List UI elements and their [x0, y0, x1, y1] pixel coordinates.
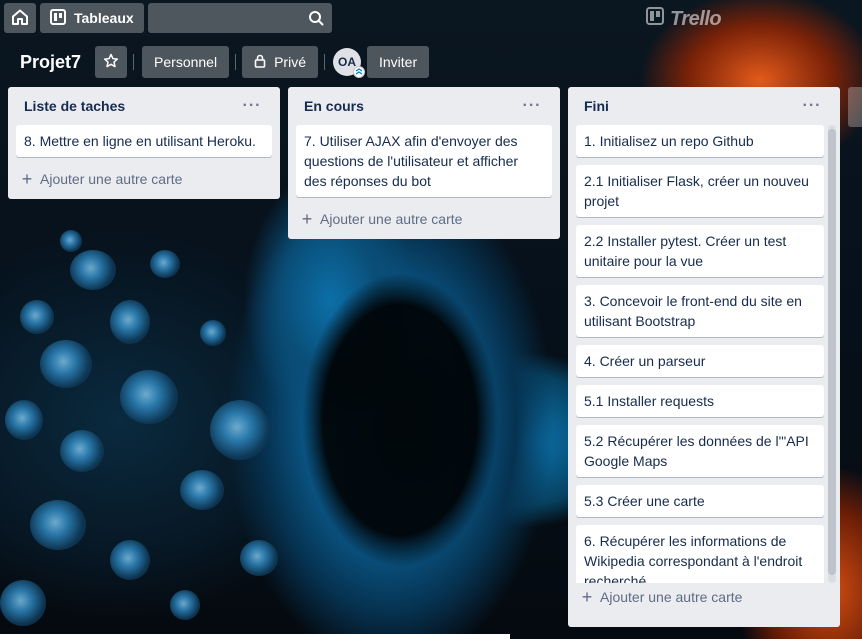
list-title[interactable]: Liste de taches — [24, 98, 125, 114]
admin-badge-icon — [352, 66, 365, 78]
list-header: Liste de taches ··· — [16, 87, 272, 125]
top-navigation-bar: Tableaux Trello — [0, 0, 862, 36]
list-menu-icon[interactable]: ··· — [240, 98, 264, 114]
add-card-button[interactable]: + Ajouter une autre carte — [296, 205, 552, 233]
trello-logo-text: Trello — [670, 7, 722, 30]
trello-logo-icon — [646, 7, 664, 31]
add-card-button[interactable]: + Ajouter une autre carte — [16, 165, 272, 193]
list-menu-icon[interactable]: ··· — [800, 98, 824, 114]
background-blob — [5, 400, 43, 440]
plus-icon: + — [21, 168, 33, 189]
add-card-button[interactable]: + Ajouter une autre carte — [576, 583, 832, 611]
team-visibility-button[interactable]: Personnel — [142, 46, 230, 78]
card[interactable]: 3. Concevoir le front-end du site en uti… — [576, 285, 824, 337]
add-list-button[interactable] — [848, 87, 862, 127]
add-card-label: Ajouter une autre carte — [320, 211, 463, 227]
board-title[interactable]: Projet7 — [12, 46, 89, 78]
card[interactable]: 5.3 Créer une carte — [576, 485, 824, 517]
card[interactable]: 7. Utiliser AJAX afin d'envoyer des ques… — [296, 125, 552, 197]
background-blob — [110, 540, 150, 580]
card[interactable]: 5.2 Récupérer les données de l'"API Goog… — [576, 425, 824, 477]
background-blob — [200, 320, 226, 346]
boards-button[interactable]: Tableaux — [40, 3, 144, 33]
search-icon[interactable] — [308, 10, 324, 31]
star-icon — [103, 53, 119, 72]
background-blob — [60, 430, 104, 472]
boards-label: Tableaux — [74, 10, 134, 26]
horizontal-scrollbar[interactable] — [0, 634, 510, 639]
card[interactable]: 2.2 Installer pytest. Créer un test unit… — [576, 225, 824, 277]
star-button[interactable] — [95, 46, 128, 78]
background-blob — [170, 590, 200, 620]
background-blob — [40, 340, 92, 388]
divider — [133, 54, 135, 70]
list-title[interactable]: Fini — [584, 98, 609, 114]
card[interactable]: 1. Initialisez un repo Github — [576, 125, 824, 157]
card[interactable]: 4. Créer un parseur — [576, 345, 824, 377]
background-blob — [240, 540, 278, 576]
card[interactable]: 6. Récupérer les informations de Wikiped… — [576, 525, 824, 583]
plus-icon: + — [581, 586, 593, 607]
list-header: En cours ··· — [296, 87, 552, 125]
trello-logo[interactable]: Trello — [646, 7, 722, 31]
list-header: Fini ··· — [576, 87, 832, 125]
list-menu-icon[interactable]: ··· — [520, 98, 544, 114]
add-card-label: Ajouter une autre carte — [600, 589, 743, 605]
avatar-initials: OA — [337, 55, 356, 69]
plus-icon: + — [301, 208, 313, 229]
card-list: 1. Initialisez un repo Github 2.1 Initia… — [576, 125, 832, 583]
background-blob — [60, 230, 82, 252]
background-blob — [110, 300, 150, 344]
background-blob — [20, 300, 54, 334]
divider — [235, 54, 237, 70]
card[interactable]: 2.1 Initialiser Flask, créer un nouveu p… — [576, 165, 824, 217]
home-button[interactable] — [4, 3, 36, 33]
list-en-cours: En cours ··· 7. Utiliser AJAX afin d'env… — [288, 87, 560, 239]
visibility-label: Privé — [274, 54, 306, 70]
list-title[interactable]: En cours — [304, 98, 364, 114]
home-icon — [11, 8, 29, 29]
background-blob — [30, 500, 86, 550]
background-blob — [180, 470, 224, 510]
background-blob — [150, 250, 180, 278]
search-bar[interactable] — [147, 3, 332, 33]
invite-button[interactable]: Inviter — [366, 46, 430, 78]
search-input[interactable] — [147, 3, 332, 33]
card[interactable]: 8. Mettre en ligne en utilisant Heroku. — [16, 125, 272, 157]
list-fini: Fini ··· 1. Initialisez un repo Github 2… — [568, 87, 840, 627]
background-blob — [120, 370, 178, 424]
list-scrollbar[interactable] — [828, 125, 836, 583]
boards-icon — [50, 8, 66, 28]
lock-icon — [254, 54, 266, 71]
background-blob — [0, 580, 46, 626]
background-blob — [210, 400, 270, 460]
visibility-button[interactable]: Privé — [242, 46, 318, 78]
divider — [323, 54, 325, 70]
add-card-label: Ajouter une autre carte — [40, 171, 183, 187]
avatar[interactable]: OA — [332, 48, 365, 78]
background-blob — [70, 250, 116, 290]
list-scrollbar-thumb[interactable] — [828, 129, 836, 575]
card[interactable]: 5.1 Installer requests — [576, 385, 824, 417]
list-liste-de-taches: Liste de taches ··· 8. Mettre en ligne e… — [8, 87, 280, 199]
board-header: Projet7 Personnel Privé OA Inviter — [0, 44, 862, 80]
